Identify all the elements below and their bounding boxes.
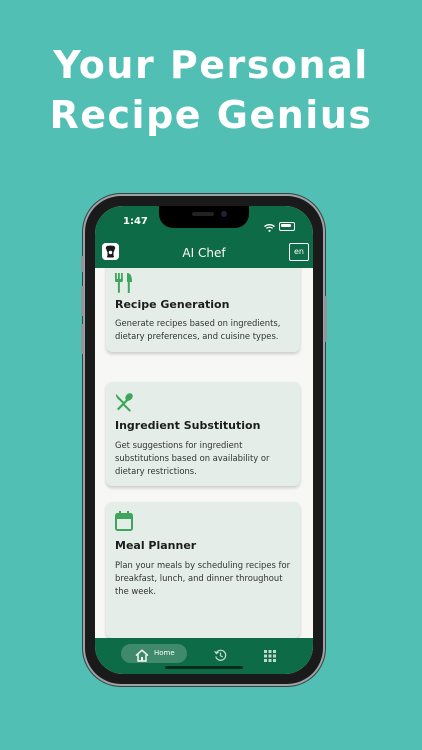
notch (159, 206, 249, 228)
status-bar: 1:47 (95, 206, 313, 238)
phone-screen: 1:47 AI Chef en Recipe Generation Genera… (95, 206, 313, 674)
feature-list[interactable]: Recipe Generation Generate recipes based… (95, 268, 313, 638)
grid-icon[interactable] (264, 647, 276, 666)
card-title: Meal Planner (115, 539, 197, 552)
nav-home-label: Home (154, 649, 175, 657)
front-camera (221, 211, 227, 217)
card-description: Generate recipes based on ingredients, d… (115, 318, 281, 341)
spoon-knife-icon (114, 392, 134, 416)
language-button[interactable]: en (289, 243, 309, 261)
volume-down-button (81, 324, 84, 354)
home-icon (135, 647, 149, 666)
nav-home[interactable]: Home (121, 644, 187, 663)
feature-card-ingredient-substitution[interactable]: Ingredient Substitution Get suggestions … (106, 382, 300, 486)
fork-knife-icon (114, 272, 134, 298)
status-icons (264, 217, 295, 236)
marketing-headline: Your Personal Recipe Genius (0, 40, 422, 140)
volume-up-button (81, 286, 84, 316)
status-time: 1:47 (123, 216, 148, 227)
feature-card-meal-planner[interactable]: Meal Planner Plan your meals by scheduli… (106, 502, 300, 638)
calendar-icon (114, 510, 134, 536)
feature-card-recipe-generation[interactable]: Recipe Generation Generate recipes based… (106, 268, 300, 352)
app-bar: AI Chef en (95, 238, 313, 268)
card-title: Ingredient Substitution (115, 419, 261, 432)
card-title: Recipe Generation (115, 298, 230, 311)
phone-frame: 1:47 AI Chef en Recipe Generation Genera… (81, 196, 327, 684)
power-button (324, 296, 327, 342)
card-description: Plan your meals by scheduling recipes fo… (115, 560, 291, 596)
wifi-icon (264, 217, 275, 236)
headline-line-1: Your Personal (53, 43, 369, 87)
battery-icon (279, 222, 295, 231)
card-description: Get suggestions for ingredient substitut… (115, 440, 270, 476)
history-icon[interactable] (214, 647, 227, 666)
silent-switch (81, 256, 84, 272)
headline-line-2: Recipe Genius (49, 93, 373, 137)
speaker-grille (192, 212, 214, 216)
home-indicator (165, 666, 243, 669)
app-title: AI Chef (182, 246, 226, 260)
